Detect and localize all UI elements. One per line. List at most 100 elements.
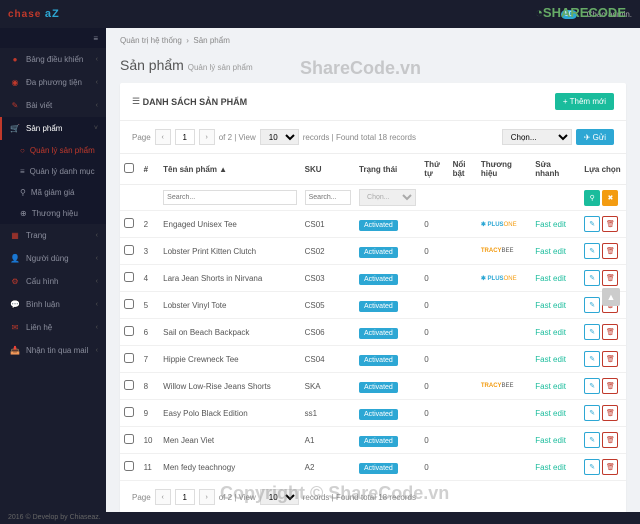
fast-edit-link[interactable]: Fast edit — [535, 328, 566, 337]
nav-item[interactable]: 🛒Sản phẩm˅ — [0, 117, 106, 140]
select-all[interactable] — [124, 163, 134, 173]
table-row: 9Easy Polo Black Editionss1Activated0Fas… — [120, 400, 626, 427]
pager-prev[interactable]: ‹ — [155, 129, 171, 145]
status-badge[interactable]: Activated — [359, 220, 398, 231]
status-badge[interactable]: Activated — [359, 409, 398, 420]
main-content: Quản trị hệ thống › Sản phẩm Sản phẩm Qu… — [106, 28, 640, 512]
edit-button[interactable]: ✎ — [584, 405, 600, 421]
pager-page-input-bottom[interactable] — [175, 489, 195, 505]
pager-prev-bottom[interactable]: ‹ — [155, 489, 171, 505]
nav-sub-item[interactable]: ≡Quản lý danh mục — [0, 161, 106, 182]
fast-edit-link[interactable]: Fast edit — [535, 382, 566, 391]
edit-button[interactable]: ✎ — [584, 432, 600, 448]
delete-button[interactable]: 🗑 — [602, 216, 618, 232]
edit-button[interactable]: ✎ — [584, 297, 600, 313]
status-badge[interactable]: Activated — [359, 382, 398, 393]
breadcrumb: Quản trị hệ thống › Sản phẩm — [106, 28, 640, 53]
sharecode-logo: ◔SHARECODE — [535, 5, 626, 20]
view-select[interactable]: 10 — [260, 129, 299, 145]
status-badge[interactable]: Activated — [359, 463, 398, 474]
row-checkbox[interactable] — [124, 461, 134, 471]
delete-button[interactable]: 🗑 — [602, 378, 618, 394]
edit-button[interactable]: ✎ — [584, 324, 600, 340]
view-select-bottom[interactable]: 10 — [260, 489, 299, 505]
fast-edit-link[interactable]: Fast edit — [535, 436, 566, 445]
table-row: 3Lobster Print Kitten ClutchCS02Activate… — [120, 238, 626, 265]
nav-item[interactable]: ✉Liên hệ‹ — [0, 316, 106, 339]
send-button[interactable]: ✈ Gửi — [576, 129, 614, 145]
logo: chase aZ — [8, 8, 60, 20]
page-title: Sản phẩm Quản lý sản phẩm — [106, 53, 640, 83]
sidebar: ≡ ●Bảng điều khiển‹◉Đa phương tiện‹✎Bài … — [0, 28, 106, 512]
fast-edit-link[interactable]: Fast edit — [535, 274, 566, 283]
table-row: 4Lara Jean Shorts in NirvanaCS03Activate… — [120, 265, 626, 292]
row-checkbox[interactable] — [124, 326, 134, 336]
nav-item[interactable]: ◉Đa phương tiện‹ — [0, 71, 106, 94]
delete-button[interactable]: 🗑 — [602, 459, 618, 475]
row-checkbox[interactable] — [124, 380, 134, 390]
nav-sub-item[interactable]: ⚲Mã giảm giá — [0, 182, 106, 203]
nav-item[interactable]: ●Bảng điều khiển‹ — [0, 48, 106, 71]
row-checkbox[interactable] — [124, 218, 134, 228]
delete-button[interactable]: 🗑 — [602, 405, 618, 421]
panel: ☰ DANH SÁCH SẢN PHẨM + Thêm mới Page ‹ ›… — [120, 83, 626, 512]
nav-item[interactable]: ✎Bài viết‹ — [0, 94, 106, 117]
sidebar-toggle[interactable]: ≡ — [0, 28, 106, 48]
delete-button[interactable]: 🗑 — [602, 324, 618, 340]
delete-button[interactable]: 🗑 — [602, 351, 618, 367]
row-checkbox[interactable] — [124, 272, 134, 282]
nav-item[interactable]: ▦Trang‹ — [0, 224, 106, 247]
pager-next[interactable]: › — [199, 129, 215, 145]
row-checkbox[interactable] — [124, 299, 134, 309]
nav-item[interactable]: 📥Nhận tin qua mail‹ — [0, 339, 106, 362]
status-badge[interactable]: Activated — [359, 436, 398, 447]
scroll-top-button[interactable]: ▲ — [602, 288, 620, 306]
list-icon: ☰ — [132, 96, 143, 107]
add-button[interactable]: + Thêm mới — [555, 93, 614, 110]
pager-top: Page ‹ › of 2 | View 10 records | Found … — [120, 121, 626, 153]
table-row: 11Men fedy teachnogyA2Activated0Fast edi… — [120, 454, 626, 481]
delete-button[interactable]: 🗑 — [602, 243, 618, 259]
filter-search-button[interactable]: ⚲ — [584, 190, 600, 206]
panel-title: DANH SÁCH SẢN PHẨM — [143, 97, 248, 107]
fast-edit-link[interactable]: Fast edit — [535, 409, 566, 418]
row-checkbox[interactable] — [124, 245, 134, 255]
edit-button[interactable]: ✎ — [584, 351, 600, 367]
status-badge[interactable]: Activated — [359, 355, 398, 366]
nav-item[interactable]: 👤Người dùng‹ — [0, 247, 106, 270]
edit-button[interactable]: ✎ — [584, 378, 600, 394]
row-checkbox[interactable] — [124, 434, 134, 444]
edit-button[interactable]: ✎ — [584, 270, 600, 286]
status-badge[interactable]: Activated — [359, 274, 398, 285]
pager-page-input[interactable] — [175, 129, 195, 145]
fast-edit-link[interactable]: Fast edit — [535, 247, 566, 256]
row-checkbox[interactable] — [124, 353, 134, 363]
table-row: 7Hippie Crewneck TeeCS04Activated0Fast e… — [120, 346, 626, 373]
fast-edit-link[interactable]: Fast edit — [535, 355, 566, 364]
nav-item[interactable]: ⚙Cấu hình‹ — [0, 270, 106, 293]
row-checkbox[interactable] — [124, 407, 134, 417]
table-row: 2Engaged Unisex TeeCS01Activated0✱ PLUSO… — [120, 211, 626, 238]
table-row: 10Men Jean VietA1Activated0Fast edit✎ 🗑 — [120, 427, 626, 454]
fast-edit-link[interactable]: Fast edit — [535, 301, 566, 310]
nav-sub-item[interactable]: ○Quản lý sản phẩm — [0, 140, 106, 161]
pager-next-bottom[interactable]: › — [199, 489, 215, 505]
fast-edit-link[interactable]: Fast edit — [535, 220, 566, 229]
edit-button[interactable]: ✎ — [584, 216, 600, 232]
edit-button[interactable]: ✎ — [584, 459, 600, 475]
status-badge[interactable]: Activated — [359, 247, 398, 258]
footer: 2016 © Develop by Chiaseaz. — [0, 512, 640, 524]
nav-item[interactable]: 💬Bình luận‹ — [0, 293, 106, 316]
bulk-select[interactable]: Chọn... — [502, 129, 572, 145]
delete-button[interactable]: 🗑 — [602, 270, 618, 286]
filter-reset-button[interactable]: ✖ — [602, 190, 618, 206]
filter-sku[interactable] — [305, 190, 351, 205]
fast-edit-link[interactable]: Fast edit — [535, 463, 566, 472]
edit-button[interactable]: ✎ — [584, 243, 600, 259]
status-badge[interactable]: Activated — [359, 301, 398, 312]
delete-button[interactable]: 🗑 — [602, 432, 618, 448]
nav-sub-item[interactable]: ⊕Thương hiệu — [0, 203, 106, 224]
filter-status[interactable]: Chọn... — [359, 189, 416, 206]
filter-name[interactable] — [163, 190, 296, 205]
status-badge[interactable]: Activated — [359, 328, 398, 339]
